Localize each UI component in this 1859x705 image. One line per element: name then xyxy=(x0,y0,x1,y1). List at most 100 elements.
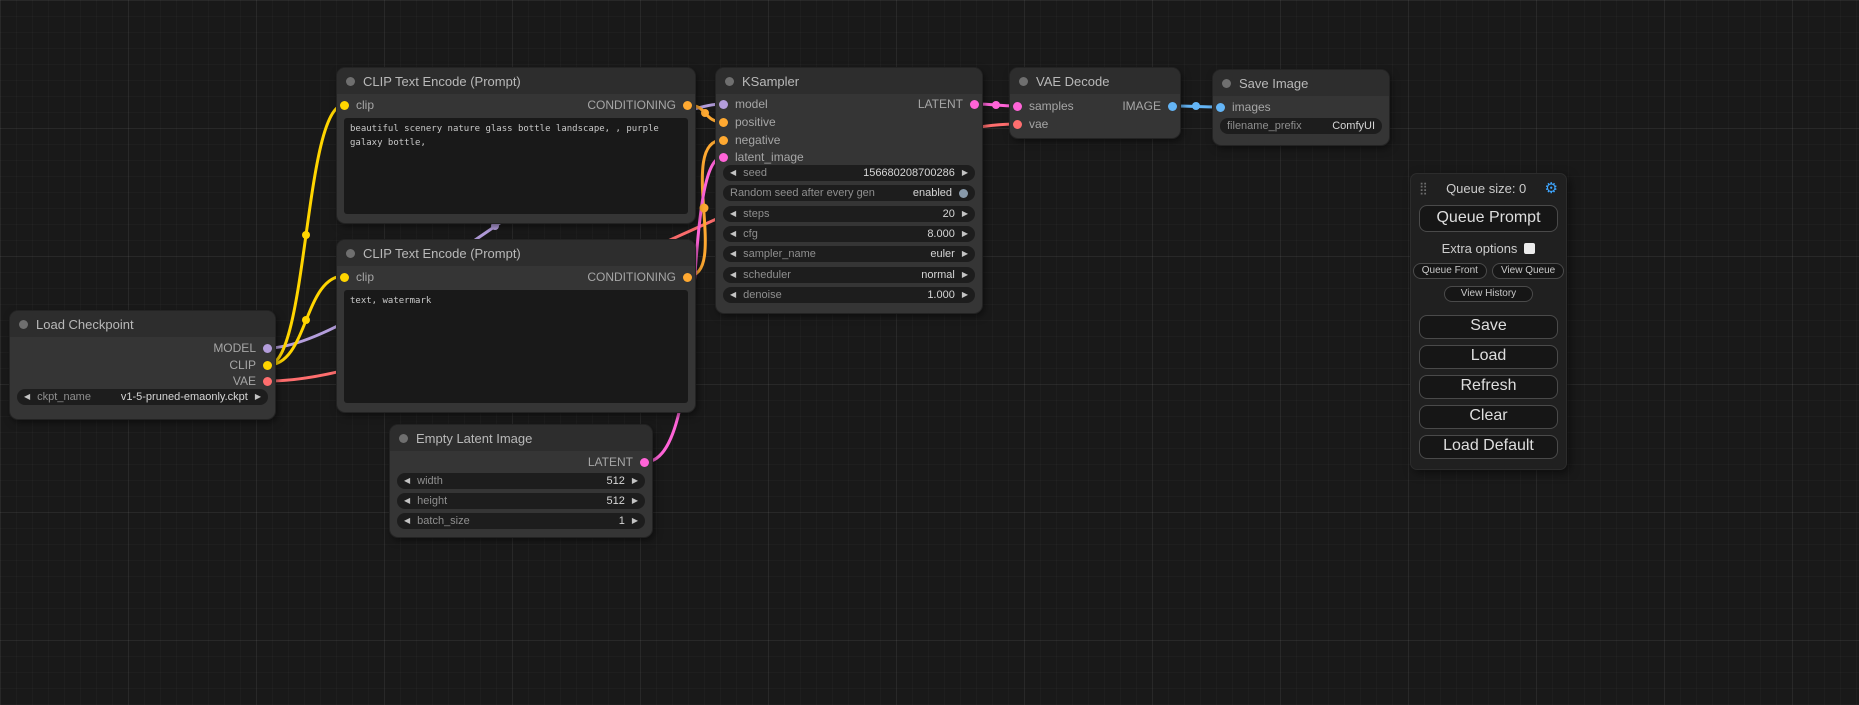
collapse-dot-icon[interactable] xyxy=(1019,77,1028,86)
widget-width[interactable]: ◀ width 512 ▶ xyxy=(397,473,645,489)
positive-prompt-textarea[interactable]: beautiful scenery nature glass bottle la… xyxy=(344,118,688,214)
widget-name: sampler_name xyxy=(743,248,816,260)
node-title-bar[interactable]: CLIP Text Encode (Prompt) xyxy=(337,240,695,266)
clear-button[interactable]: Clear xyxy=(1419,405,1558,429)
output-label: CONDITIONING xyxy=(587,98,676,112)
output-port-latent[interactable] xyxy=(640,458,649,467)
increment-arrow-icon[interactable]: ▶ xyxy=(962,271,968,279)
increment-arrow-icon[interactable]: ▶ xyxy=(632,497,638,505)
negative-prompt-textarea[interactable]: text, watermark xyxy=(344,290,688,403)
save-button[interactable]: Save xyxy=(1419,315,1558,339)
view-history-button[interactable]: View History xyxy=(1444,286,1533,302)
input-port-negative[interactable] xyxy=(719,136,728,145)
output-port-latent[interactable] xyxy=(970,100,979,109)
output-label: CLIP xyxy=(229,358,256,372)
node-title-bar[interactable]: KSampler xyxy=(716,68,982,94)
view-queue-button[interactable]: View Queue xyxy=(1492,263,1564,279)
widget-scheduler[interactable]: ◀ scheduler normal ▶ xyxy=(723,267,975,283)
widget-value: enabled xyxy=(882,187,952,199)
collapse-dot-icon[interactable] xyxy=(19,320,28,329)
node-vae-decode[interactable]: VAE Decode samples IMAGE vae xyxy=(1010,68,1180,138)
increment-arrow-icon[interactable]: ▶ xyxy=(962,210,968,218)
input-slot-negative: negative xyxy=(716,133,982,147)
widget-denoise[interactable]: ◀ denoise 1.000 ▶ xyxy=(723,287,975,303)
widget-seed[interactable]: ◀ seed 156680208700286 ▶ xyxy=(723,165,975,181)
link-midpoint-dot xyxy=(302,316,310,324)
input-port-latent-image[interactable] xyxy=(719,153,728,162)
decrement-arrow-icon[interactable]: ◀ xyxy=(404,517,410,525)
queue-prompt-button[interactable]: Queue Prompt xyxy=(1419,205,1558,232)
node-title-bar[interactable]: Empty Latent Image xyxy=(390,425,652,451)
collapse-dot-icon[interactable] xyxy=(725,77,734,86)
increment-arrow-icon[interactable]: ▶ xyxy=(632,517,638,525)
output-port-clip[interactable] xyxy=(263,361,272,370)
settings-gear-icon[interactable]: ⚙ xyxy=(1545,181,1558,196)
widget-batch-size[interactable]: ◀ batch_size 1 ▶ xyxy=(397,513,645,529)
widget-cfg[interactable]: ◀ cfg 8.000 ▶ xyxy=(723,226,975,242)
widget-value: 1 xyxy=(477,515,625,527)
widget-value: 512 xyxy=(454,495,625,507)
widget-ckpt-name[interactable]: ◀ ckpt_name v1-5-pruned-emaonly.ckpt ▶ xyxy=(17,389,268,405)
widget-height[interactable]: ◀ height 512 ▶ xyxy=(397,493,645,509)
toggle-dot-icon[interactable] xyxy=(959,189,968,198)
collapse-dot-icon[interactable] xyxy=(346,249,355,258)
output-label: LATENT xyxy=(918,97,963,111)
node-graph-canvas[interactable]: Load Checkpoint MODEL CLIP VAE ◀ ckpt_na… xyxy=(0,0,1859,705)
queue-front-button[interactable]: Queue Front xyxy=(1413,263,1487,279)
decrement-arrow-icon[interactable]: ◀ xyxy=(730,169,736,177)
refresh-button[interactable]: Refresh xyxy=(1419,375,1558,399)
widget-value: ComfyUI xyxy=(1309,120,1375,132)
input-port-positive[interactable] xyxy=(719,118,728,127)
widget-value: euler xyxy=(823,248,955,260)
node-title-bar[interactable]: Save Image xyxy=(1213,70,1389,96)
increment-arrow-icon[interactable]: ▶ xyxy=(962,291,968,299)
input-label: positive xyxy=(735,115,776,129)
output-port-image[interactable] xyxy=(1168,102,1177,111)
collapse-dot-icon[interactable] xyxy=(399,434,408,443)
increment-arrow-icon[interactable]: ▶ xyxy=(962,250,968,258)
widget-filename-prefix[interactable]: filename_prefix ComfyUI xyxy=(1220,118,1382,134)
decrement-arrow-icon[interactable]: ◀ xyxy=(730,271,736,279)
output-slot-image: IMAGE xyxy=(1010,99,1180,113)
load-button[interactable]: Load xyxy=(1419,345,1558,369)
output-port-conditioning[interactable] xyxy=(683,273,692,282)
node-ksampler[interactable]: KSampler model LATENT positive negative … xyxy=(716,68,982,313)
drag-handle-icon[interactable]: ⣿ xyxy=(1419,181,1428,195)
input-label: images xyxy=(1232,100,1271,114)
node-title-bar[interactable]: Load Checkpoint xyxy=(10,311,275,337)
decrement-arrow-icon[interactable]: ◀ xyxy=(404,497,410,505)
extra-options-checkbox[interactable] xyxy=(1524,243,1535,254)
input-port-vae[interactable] xyxy=(1013,120,1022,129)
decrement-arrow-icon[interactable]: ◀ xyxy=(730,230,736,238)
decrement-arrow-icon[interactable]: ◀ xyxy=(730,210,736,218)
widget-control-after-generate[interactable]: Random seed after every gen enabled xyxy=(723,185,975,201)
node-load-checkpoint[interactable]: Load Checkpoint MODEL CLIP VAE ◀ ckpt_na… xyxy=(10,311,275,419)
output-slot-clip: CLIP xyxy=(10,358,275,372)
collapse-dot-icon[interactable] xyxy=(1222,79,1231,88)
widget-name: ckpt_name xyxy=(37,391,91,403)
output-port-conditioning[interactable] xyxy=(683,101,692,110)
widget-name: denoise xyxy=(743,289,782,301)
decrement-arrow-icon[interactable]: ◀ xyxy=(404,477,410,485)
collapse-dot-icon[interactable] xyxy=(346,77,355,86)
decrement-arrow-icon[interactable]: ◀ xyxy=(24,393,30,401)
decrement-arrow-icon[interactable]: ◀ xyxy=(730,250,736,258)
node-clip-text-encode-negative[interactable]: CLIP Text Encode (Prompt) clip CONDITION… xyxy=(337,240,695,412)
increment-arrow-icon[interactable]: ▶ xyxy=(255,393,261,401)
node-title-bar[interactable]: CLIP Text Encode (Prompt) xyxy=(337,68,695,94)
increment-arrow-icon[interactable]: ▶ xyxy=(962,230,968,238)
output-port-model[interactable] xyxy=(263,344,272,353)
decrement-arrow-icon[interactable]: ◀ xyxy=(730,291,736,299)
increment-arrow-icon[interactable]: ▶ xyxy=(632,477,638,485)
increment-arrow-icon[interactable]: ▶ xyxy=(962,169,968,177)
node-save-image[interactable]: Save Image images filename_prefix ComfyU… xyxy=(1213,70,1389,145)
widget-steps[interactable]: ◀ steps 20 ▶ xyxy=(723,206,975,222)
output-port-vae[interactable] xyxy=(263,377,272,386)
node-clip-text-encode-positive[interactable]: CLIP Text Encode (Prompt) clip CONDITION… xyxy=(337,68,695,223)
widget-sampler-name[interactable]: ◀ sampler_name euler ▶ xyxy=(723,246,975,262)
link-midpoint-dot xyxy=(1192,102,1200,110)
node-title-bar[interactable]: VAE Decode xyxy=(1010,68,1180,94)
input-port-images[interactable] xyxy=(1216,103,1225,112)
load-default-button[interactable]: Load Default xyxy=(1419,435,1558,459)
node-empty-latent-image[interactable]: Empty Latent Image LATENT ◀ width 512 ▶ … xyxy=(390,425,652,537)
